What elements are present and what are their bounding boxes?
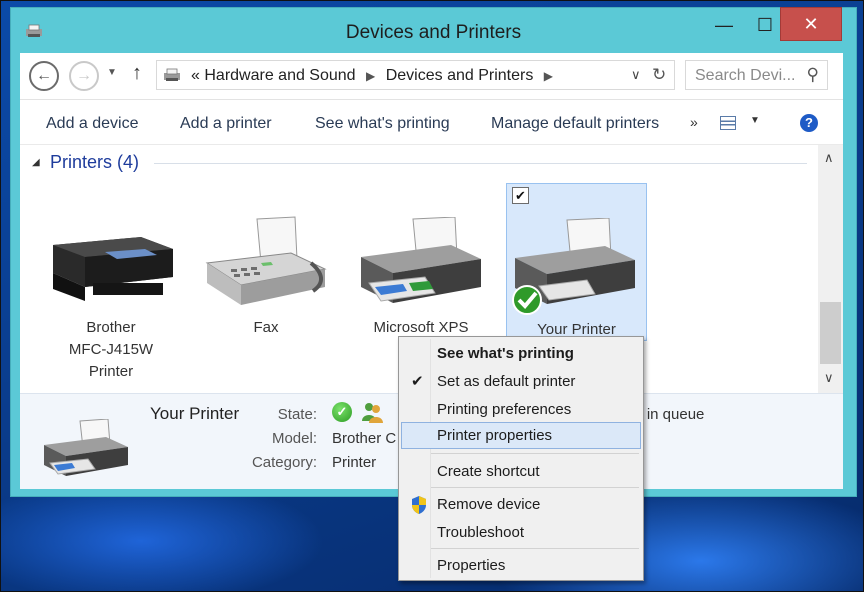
menu-item-troubleshoot[interactable]: Troubleshoot <box>401 519 641 546</box>
address-bar[interactable]: « Hardware and Sound ▶ Devices and Print… <box>156 60 675 90</box>
title-bar[interactable]: Devices and Printers — ☐ ✕ <box>10 7 857 53</box>
change-view-icon[interactable] <box>720 116 736 130</box>
search-input[interactable]: Search Devi... <box>695 67 795 85</box>
device-fax[interactable]: Fax <box>196 183 336 388</box>
command-bar: Add a device Add a printer See what's pr… <box>20 101 843 145</box>
breadcrumb-separator-icon[interactable]: ▶ <box>366 69 375 83</box>
users-status-icon <box>362 403 383 423</box>
view-options-chevron-icon[interactable]: ▼ <box>750 115 760 126</box>
device-label: Fax <box>253 319 279 336</box>
breadcrumb: « Hardware and Sound ▶ Devices and Print… <box>191 67 559 85</box>
checkmark-icon: ✔ <box>411 373 424 390</box>
printer-icon <box>361 217 481 303</box>
device-label: Brother MFC-J415W Printer <box>68 319 154 380</box>
device-brother-printer[interactable]: Brother MFC-J415W Printer <box>41 183 181 388</box>
printers-group-header[interactable]: ◢ Printers (4) <box>32 152 807 176</box>
category-label: Category: <box>251 454 317 471</box>
menu-item-printing-preferences[interactable]: Printing preferences <box>401 396 641 423</box>
printers-group-title: Printers (4) <box>50 152 140 172</box>
menu-item-label: Printing preferences <box>437 401 572 418</box>
help-icon[interactable]: ? <box>800 114 818 132</box>
state-label: State: <box>277 406 317 423</box>
menu-item-label: Properties <box>437 557 506 574</box>
menu-item-label: Troubleshoot <box>437 524 524 541</box>
menu-item-label: See what's printing <box>437 345 574 362</box>
state-ok-check-icon: ✓ <box>332 402 352 422</box>
menu-item-label: Create shortcut <box>437 463 540 480</box>
context-menu: See what's printing ✔ Set as default pri… <box>398 336 644 581</box>
model-value: Brother C <box>332 430 397 447</box>
minimize-button[interactable]: — <box>704 15 744 48</box>
search-box[interactable]: Search Devi... ⚲ <box>685 60 828 90</box>
scroll-thumb[interactable] <box>820 302 841 364</box>
devices-printers-location-icon <box>164 68 180 81</box>
menu-item-see-whats-printing[interactable]: See what's printing <box>401 340 641 367</box>
selected-printer-icon <box>44 419 128 476</box>
breadcrumb-hardware-sound[interactable]: Hardware and Sound <box>204 67 355 84</box>
scroll-up-arrow-icon[interactable]: ∧ <box>824 150 834 166</box>
menu-item-label: Printer properties <box>437 427 553 444</box>
collapse-triangle-icon[interactable]: ◢ <box>32 157 40 168</box>
more-commands-button[interactable]: » <box>690 114 698 130</box>
category-value: Printer <box>332 454 377 471</box>
forward-arrow-icon[interactable]: → <box>69 61 99 91</box>
menu-item-create-shortcut[interactable]: Create shortcut <box>401 458 641 485</box>
menu-separator <box>431 548 639 549</box>
recent-locations-chevron-icon[interactable]: ▼ <box>107 67 117 78</box>
fax-icon <box>205 216 327 305</box>
maximize-button[interactable]: ☐ <box>745 15 785 48</box>
back-arrow-icon[interactable]: ← <box>29 61 59 91</box>
navigation-bar: ← → ▼ ↑ « Hardware and Sound ▶ Devices a… <box>20 53 843 100</box>
breadcrumb-separator-icon[interactable]: ▶ <box>544 69 553 83</box>
menu-separator <box>431 453 639 454</box>
menu-item-label: Remove device <box>437 496 541 513</box>
see-whats-printing-button[interactable]: See what's printing <box>315 115 450 133</box>
vertical-scrollbar[interactable]: ∧ ∨ <box>818 145 843 393</box>
manage-default-printers-button[interactable]: Manage default printers <box>491 115 659 133</box>
model-label: Model: <box>271 430 317 447</box>
menu-item-properties[interactable]: Properties <box>401 552 641 579</box>
close-button[interactable]: ✕ <box>780 7 842 41</box>
add-device-button[interactable]: Add a device <box>46 115 139 133</box>
selection-checkbox[interactable]: ✔ <box>512 187 529 204</box>
menu-item-printer-properties[interactable]: Printer properties <box>401 422 641 449</box>
menu-item-remove-device[interactable]: Remove device <box>401 491 641 518</box>
default-printer-icon <box>512 218 635 315</box>
breadcrumb-devices-printers[interactable]: Devices and Printers <box>386 67 534 84</box>
up-arrow-icon[interactable]: ↑ <box>132 62 142 85</box>
menu-item-label: Set as default printer <box>437 373 576 390</box>
add-printer-button[interactable]: Add a printer <box>180 115 272 133</box>
breadcrumb-overflow[interactable]: « <box>191 67 200 84</box>
menu-separator <box>431 487 639 488</box>
selected-device-name: Your Printer <box>150 404 240 423</box>
menu-item-set-default-printer[interactable]: ✔ Set as default printer <box>401 368 641 395</box>
address-dropdown-icon[interactable]: ∨ <box>631 67 641 83</box>
group-divider <box>154 163 807 164</box>
refresh-icon[interactable]: ↻ <box>652 65 666 85</box>
shield-icon <box>412 496 426 514</box>
search-icon[interactable]: ⚲ <box>807 65 819 85</box>
multifunction-printer-icon <box>53 237 173 301</box>
device-your-printer[interactable]: ✔ Your Printer <box>506 183 647 341</box>
scroll-down-arrow-icon[interactable]: ∨ <box>824 370 834 386</box>
